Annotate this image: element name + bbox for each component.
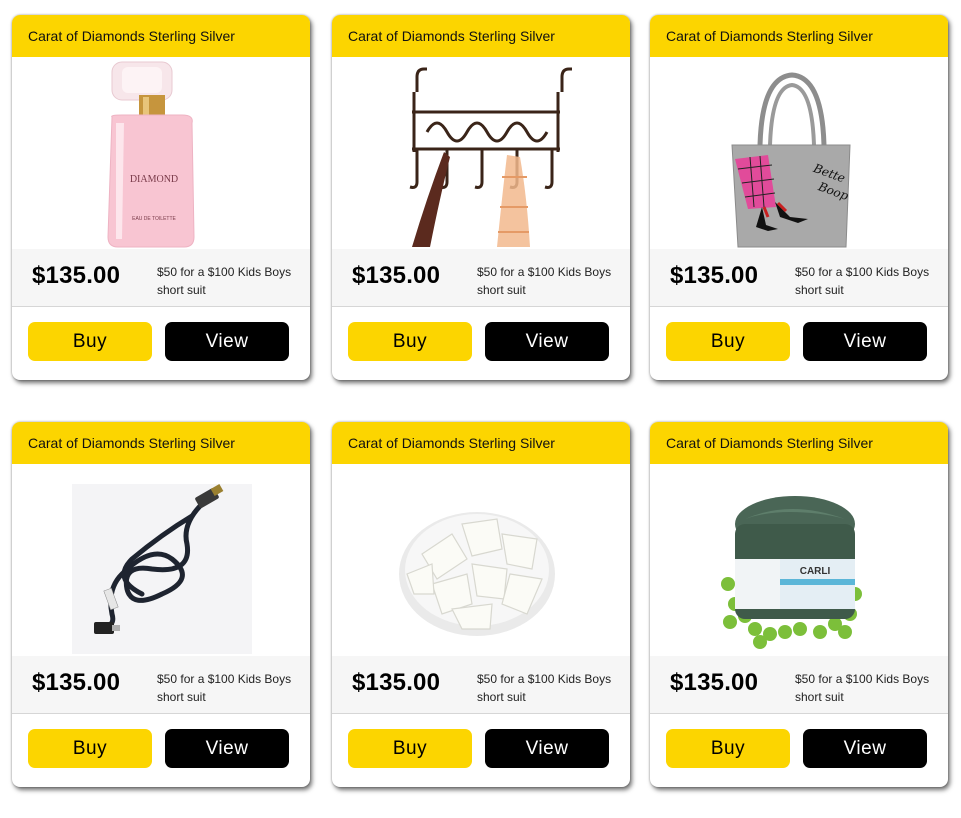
product-title: Carat of Diamonds Sterling Silver [666, 435, 873, 451]
card-header: Carat of Diamonds Sterling Silver [650, 422, 948, 464]
perfume-brand-text: DIAMOND [130, 174, 178, 185]
price: $135.00 [352, 669, 441, 696]
product-image-usb-cable[interactable] [12, 464, 310, 656]
card-header: Carat of Diamonds Sterling Silver [650, 15, 948, 57]
buy-button[interactable]: Buy [348, 729, 472, 768]
product-title: Carat of Diamonds Sterling Silver [28, 28, 235, 44]
deal-text: $50 for a $100 Kids Boys short suit [795, 672, 930, 704]
product-image-hook-rack[interactable] [332, 57, 630, 249]
card-header: Carat of Diamonds Sterling Silver [332, 15, 630, 57]
price: $135.00 [32, 262, 121, 289]
view-button[interactable]: View [485, 322, 609, 361]
card-header: Carat of Diamonds Sterling Silver [332, 422, 630, 464]
price-band: $135.00 $50 for a $100 Kids Boys short s… [650, 249, 948, 307]
deal-text: $50 for a $100 Kids Boys short suit [157, 265, 292, 297]
view-button[interactable]: View [165, 729, 289, 768]
price-band: $135.00 $50 for a $100 Kids Boys short s… [332, 656, 630, 714]
product-image-soap-chunks[interactable] [332, 464, 630, 656]
product-title: Carat of Diamonds Sterling Silver [348, 28, 555, 44]
view-button[interactable]: View [803, 322, 927, 361]
buy-button[interactable]: Buy [28, 322, 152, 361]
product-image-tote-bag[interactable]: Bette Boop [650, 57, 948, 249]
perfume-small-text: EAU DE TOILETTE [132, 216, 176, 222]
product-card: Carat of Diamonds Sterling Silver $135.0… [12, 422, 310, 787]
price-band: $135.00 $50 for a $100 Kids Boys short s… [650, 656, 948, 714]
buy-button[interactable]: Buy [666, 729, 790, 768]
product-title: Carat of Diamonds Sterling Silver [348, 435, 555, 451]
product-card: Carat of Diamonds Sterling Silver Bette … [650, 15, 948, 380]
product-image-clay-mask[interactable]: CARLI [650, 464, 948, 656]
product-card: Carat of Diamonds Sterling Silver $135.0… [332, 15, 630, 380]
deal-text: $50 for a $100 Kids Boys short suit [157, 672, 292, 704]
card-header: Carat of Diamonds Sterling Silver [12, 15, 310, 57]
price-band: $135.00 $50 for a $100 Kids Boys short s… [332, 249, 630, 307]
view-button[interactable]: View [165, 322, 289, 361]
buy-button[interactable]: Buy [666, 322, 790, 361]
deal-text: $50 for a $100 Kids Boys short suit [477, 265, 612, 297]
buy-button[interactable]: Buy [348, 322, 472, 361]
card-header: Carat of Diamonds Sterling Silver [12, 422, 310, 464]
price: $135.00 [352, 262, 441, 289]
price: $135.00 [670, 262, 759, 289]
price: $135.00 [32, 669, 121, 696]
price-band: $135.00 $50 for a $100 Kids Boys short s… [12, 656, 310, 714]
view-button[interactable]: View [803, 729, 927, 768]
product-title: Carat of Diamonds Sterling Silver [666, 28, 873, 44]
product-card: Carat of Diamonds Sterling Silver CARLI … [650, 422, 948, 787]
product-card: Carat of Diamonds Sterling Silver $135.0… [332, 422, 630, 787]
product-image-perfume[interactable]: DIAMOND EAU DE TOILETTE [12, 57, 310, 249]
deal-text: $50 for a $100 Kids Boys short suit [477, 672, 612, 704]
price: $135.00 [670, 669, 759, 696]
svg-text:CARLI: CARLI [800, 566, 831, 577]
product-card: Carat of Diamonds Sterling Silver DIAMON… [12, 15, 310, 380]
product-title: Carat of Diamonds Sterling Silver [28, 435, 235, 451]
price-band: $135.00 $50 for a $100 Kids Boys short s… [12, 249, 310, 307]
deal-text: $50 for a $100 Kids Boys short suit [795, 265, 930, 297]
view-button[interactable]: View [485, 729, 609, 768]
buy-button[interactable]: Buy [28, 729, 152, 768]
